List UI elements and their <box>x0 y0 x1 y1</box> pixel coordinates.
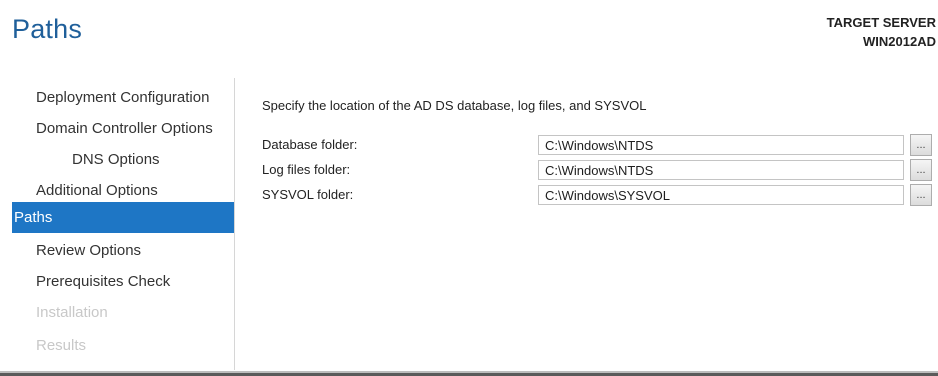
database-folder-label: Database folder: <box>262 137 358 152</box>
sysvol-folder-label: SYSVOL folder: <box>262 187 354 202</box>
target-server-info: TARGET SERVER WIN2012AD <box>827 13 936 51</box>
target-server-name: WIN2012AD <box>863 34 936 49</box>
database-folder-input[interactable] <box>538 135 904 155</box>
sidebar-divider <box>234 78 235 370</box>
nav-item-domain-controller-options[interactable]: Domain Controller Options <box>12 113 234 144</box>
nav-item-paths[interactable]: Paths <box>12 202 234 233</box>
sysvol-folder-browse-button[interactable]: ... <box>910 184 932 206</box>
nav-item-review-options[interactable]: Review Options <box>12 235 234 266</box>
sysvol-folder-input[interactable] <box>538 185 904 205</box>
log-files-folder-row: Log files folder: ... <box>262 159 938 182</box>
nav-item-dns-options[interactable]: DNS Options <box>12 144 234 175</box>
database-folder-row: Database folder: ... <box>262 134 938 157</box>
target-server-label: TARGET SERVER <box>826 15 936 30</box>
wizard-navigation: Deployment Configuration Domain Controll… <box>12 80 234 370</box>
sysvol-folder-row: SYSVOL folder: ... <box>262 184 938 207</box>
paths-instructions: Specify the location of the AD DS databa… <box>262 98 647 113</box>
log-files-folder-browse-button[interactable]: ... <box>910 159 932 181</box>
paths-panel: Specify the location of the AD DS databa… <box>262 98 938 206</box>
database-folder-browse-button[interactable]: ... <box>910 134 932 156</box>
log-files-folder-label: Log files folder: <box>262 162 351 177</box>
log-files-folder-input[interactable] <box>538 160 904 180</box>
nav-item-installation: Installation <box>36 304 108 321</box>
nav-item-deployment-configuration[interactable]: Deployment Configuration <box>12 82 234 113</box>
page-title: Paths <box>12 14 83 44</box>
nav-item-prerequisites-check[interactable]: Prerequisites Check <box>12 266 234 297</box>
nav-item-results: Results <box>36 337 87 354</box>
